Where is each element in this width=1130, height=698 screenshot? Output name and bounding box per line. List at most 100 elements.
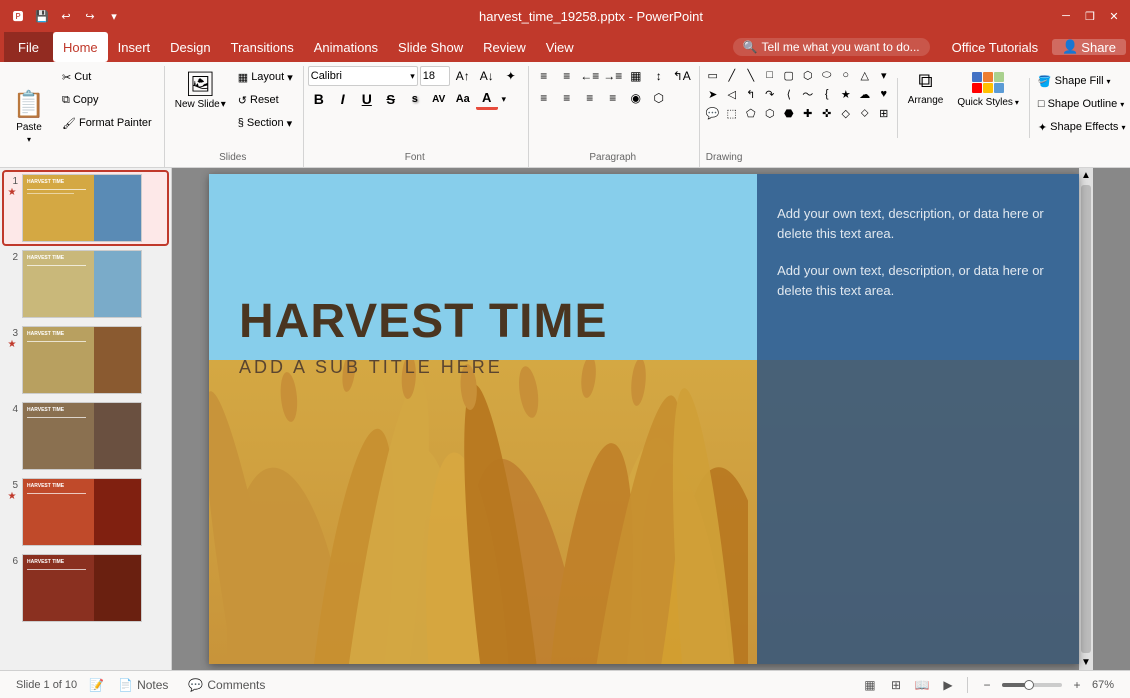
slide-thumb-6[interactable]: 6 HARVEST TIME [4, 552, 167, 624]
quick-styles-dropdown-icon[interactable]: ▾ [1015, 98, 1019, 107]
underline-button[interactable]: U [356, 88, 378, 110]
scroll-thumb[interactable] [1081, 185, 1091, 653]
undo-button[interactable]: ↩ [56, 6, 76, 26]
section-button[interactable]: § Section ▾ [234, 112, 297, 134]
menu-review[interactable]: Review [473, 32, 536, 62]
scroll-down-button[interactable]: ▼ [1081, 657, 1091, 668]
notes-button[interactable]: 📄 Notes [112, 676, 174, 694]
font-color-button[interactable]: A [476, 88, 498, 110]
shape-strip[interactable]: ⟨ [780, 85, 798, 103]
font-size-selector[interactable]: 18 [420, 66, 450, 86]
font-name-dropdown-icon[interactable]: ▾ [410, 71, 415, 82]
menu-design[interactable]: Design [160, 32, 220, 62]
bold-button[interactable]: B [308, 88, 330, 110]
normal-view-button[interactable]: ▦ [859, 674, 881, 696]
reading-view-button[interactable]: 📖 [911, 674, 933, 696]
shape-frame[interactable]: ⬚ [723, 104, 741, 122]
redo-button[interactable]: ↪ [80, 6, 100, 26]
shape-misc2[interactable]: ⊞ [875, 104, 893, 122]
zoom-slider-track[interactable] [1002, 683, 1062, 687]
cut-button[interactable]: ✂ Cut [58, 66, 156, 88]
arrange-button[interactable]: ⧉ Arrange [902, 66, 950, 134]
zoom-slider-thumb[interactable] [1024, 680, 1034, 690]
line-spacing-button[interactable]: ↕ [648, 66, 670, 86]
shape-brace[interactable]: { [818, 85, 836, 103]
paste-button[interactable]: 📋 Paste ▾ [4, 66, 54, 167]
text-shadow-button[interactable]: s [404, 88, 426, 110]
slide-thumb-2[interactable]: 2 HARVEST TIME [4, 248, 167, 320]
shape-fill-dropdown[interactable]: ▾ [1107, 77, 1111, 86]
copy-button[interactable]: ⧉ Copy [58, 89, 156, 111]
shape-cross[interactable]: ✜ [818, 104, 836, 122]
section-dropdown-icon[interactable]: ▾ [287, 117, 293, 130]
office-tutorials-button[interactable]: Office Tutorials [942, 40, 1048, 55]
shape-triangle[interactable]: △ [856, 66, 874, 84]
shape-line2[interactable]: ╲ [742, 66, 760, 84]
tell-me-input[interactable]: 🔍 Tell me what you want to do... [733, 38, 930, 56]
shape-octagon[interactable]: ⬣ [780, 104, 798, 122]
menu-insert[interactable]: Insert [108, 32, 161, 62]
align-left-button[interactable]: ≡ [533, 88, 555, 108]
share-button[interactable]: 👤 Share [1052, 39, 1126, 55]
shape-diamond[interactable]: ◇ [837, 104, 855, 122]
shape-arrow-left[interactable]: ◁ [723, 85, 741, 103]
center-button[interactable]: ≡ [556, 88, 578, 108]
slide-canvas[interactable]: Add your own text, description, or data … [209, 174, 1079, 664]
shape-circle[interactable]: ○ [837, 66, 855, 84]
align-right-button[interactable]: ≡ [579, 88, 601, 108]
shape-callout[interactable]: 💬 [704, 104, 722, 122]
font-name-selector[interactable]: Calibri ▾ [308, 66, 418, 86]
slide-thumb-1[interactable]: 1 ★ HARVEST TIME [4, 172, 167, 244]
layout-button[interactable]: ▦ Layout ▾ [234, 66, 297, 88]
numbering-button[interactable]: ≡ [556, 66, 578, 86]
reset-button[interactable]: ↺ Reset [234, 89, 297, 111]
shape-effects-button[interactable]: ✦ Shape Effects ▾ [1034, 116, 1130, 138]
scroll-up-button[interactable]: ▲ [1081, 170, 1091, 181]
shape-pentagon[interactable]: ⬠ [742, 104, 760, 122]
close-button[interactable]: ✕ [1106, 8, 1122, 24]
shape-rect2[interactable]: □ [761, 66, 779, 84]
menu-slideshow[interactable]: Slide Show [388, 32, 473, 62]
minimize-button[interactable]: ─ [1058, 8, 1074, 24]
slide-panel[interactable]: 1 ★ HARVEST TIME 2 HARVEST TIME 3 ★ [0, 168, 172, 670]
font-color-dropdown[interactable]: ▾ [499, 89, 509, 109]
shape-rect[interactable]: ▭ [704, 66, 722, 84]
shape-rounded[interactable]: ▢ [780, 66, 798, 84]
shape-fill-button[interactable]: 🪣 Shape Fill ▾ [1034, 70, 1130, 92]
zoom-in-button[interactable]: + [1066, 674, 1088, 696]
save-button[interactable]: 💾 [32, 6, 52, 26]
shape-wave[interactable]: 〜 [799, 85, 817, 103]
shape-snip[interactable]: ⬡ [799, 66, 817, 84]
shape-star[interactable]: ★ [837, 85, 855, 103]
italic-button[interactable]: I [332, 88, 354, 110]
new-slide-button[interactable]: 🖼 New Slide ▾ [169, 66, 232, 134]
columns-button[interactable]: ▦ [625, 66, 647, 86]
shapes-more[interactable]: ▾ [875, 66, 893, 84]
comments-button[interactable]: 💬 Comments [182, 676, 271, 694]
text-direction-button[interactable]: ↰A [671, 66, 693, 86]
paste-dropdown-icon[interactable]: ▾ [27, 135, 31, 144]
shape-cloud[interactable]: ☁ [856, 85, 874, 103]
slideshow-button[interactable]: ▶ [937, 674, 959, 696]
shape-cylinder[interactable]: ⬭ [818, 66, 836, 84]
new-slide-dropdown-icon[interactable]: ▾ [221, 99, 226, 110]
shape-outline-button[interactable]: □ Shape Outline ▾ [1034, 93, 1130, 115]
slide-sorter-button[interactable]: ⊞ [885, 674, 907, 696]
customize-qat-button[interactable]: ▾ [104, 6, 124, 26]
slide-thumb-4[interactable]: 4 HARVEST TIME [4, 400, 167, 472]
increase-font-button[interactable]: A↑ [452, 66, 474, 86]
char-spacing-button[interactable]: AV [428, 88, 450, 110]
slide-thumb-5[interactable]: 5 ★ HARVEST TIME [4, 476, 167, 548]
slide-title-area[interactable]: HARVEST TIME ADD A SUB TITLE HERE [239, 294, 607, 378]
increase-indent-button[interactable]: →≡ [602, 66, 624, 86]
restore-button[interactable]: ❒ [1082, 8, 1098, 24]
decrease-indent-button[interactable]: ←≡ [579, 66, 601, 86]
menu-animations[interactable]: Animations [304, 32, 388, 62]
clear-formatting-button[interactable]: ✦ [500, 66, 522, 86]
shape-plus[interactable]: ✚ [799, 104, 817, 122]
smart-art-button[interactable]: ◉ [625, 88, 647, 108]
format-painter-button[interactable]: 🖌 Format Painter [58, 112, 156, 134]
zoom-out-button[interactable]: − [976, 674, 998, 696]
strikethrough-button[interactable]: S [380, 88, 402, 110]
shape-outline-dropdown[interactable]: ▾ [1120, 100, 1124, 109]
